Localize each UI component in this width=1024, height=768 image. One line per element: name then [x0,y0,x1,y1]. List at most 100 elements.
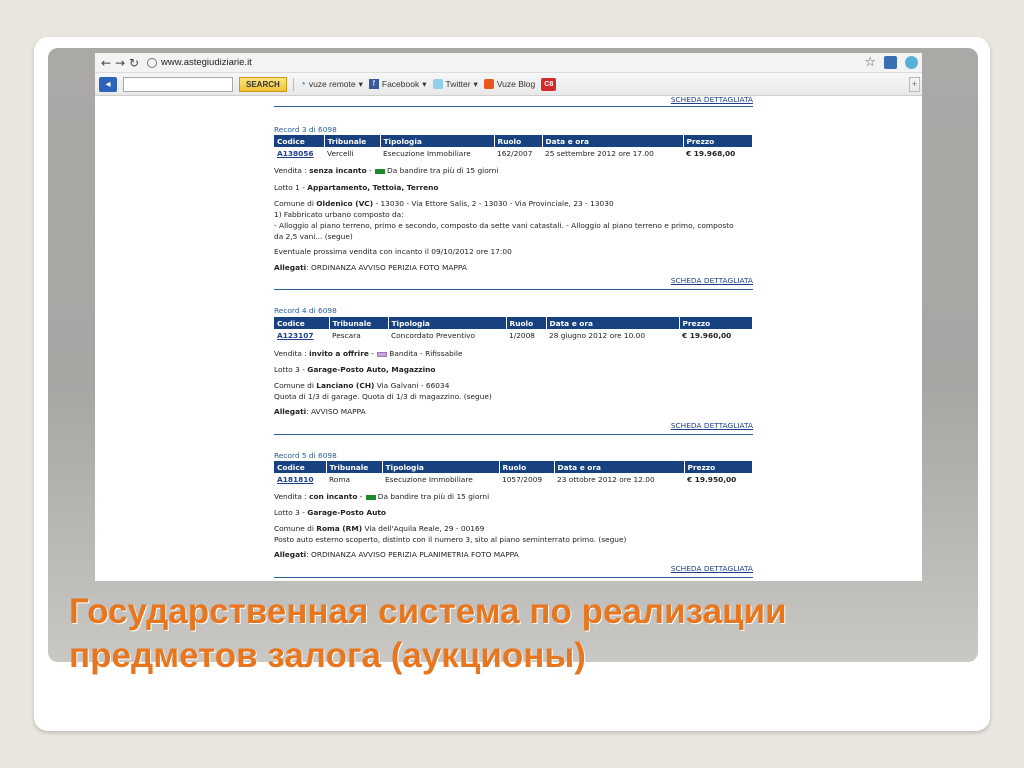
cell-tribunale: Roma [329,474,351,484]
cell-prezzo: € 19.950,00 [687,474,737,484]
vuze-icon[interactable] [905,56,918,69]
vendita-line: Vendita : senza incanto - Da bandire tra… [274,166,499,175]
status-green-icon [375,168,386,174]
col-codice: Codice [274,317,330,329]
address-bar: ← → ↻ www.astegiudiziarie.it ☆ [95,53,922,73]
description-line: Quota di 1/3 di garage. Quota di 1/3 di … [274,392,492,401]
separator-line [274,577,753,578]
bookmark-star-icon[interactable]: ☆ [864,55,876,70]
globe-icon [147,57,157,68]
col-tipologia: Tipologia [388,317,507,329]
col-tipologia: Tipologia [382,461,500,473]
col-codice: Codice [274,461,327,473]
description-line: da 2,5 vani... (segue) [274,232,353,241]
description-line: Posto auto esterno scoperto, distinto co… [274,535,627,544]
description-line: 1) Fabbricato urbano composto da: [274,210,404,219]
facebook-icon: f [368,79,379,89]
col-tribunale: Tribunale [329,317,389,329]
add-tab-icon[interactable]: + [909,76,920,92]
cell-tribunale: Pescara [332,330,361,340]
col-prezzo: Prezzo [679,317,753,329]
table-header-row: Codice Tribunale Tipologia Ruolo Data e … [274,317,753,329]
lotto-line: Lotto 3 - Garage-Posto Auto, Magazzino [274,365,436,374]
col-tribunale: Tribunale [324,135,381,147]
allegati-line: Allegati: AVVISO MAPPA [274,407,366,416]
scheda-dettagliata-link[interactable]: SCHEDA DETTAGLIATA [274,564,753,573]
slide-title: Государственная система по реализации пр… [69,592,787,675]
back-arrow-icon[interactable]: ← [99,56,113,70]
comune-line: Comune di Roma (RM) Via dell'Aquila Real… [274,524,485,533]
lotto-line: Lotto 3 - Garage-Posto Auto [274,508,386,517]
cell-tipologia: Esecuzione Immobiliare [385,474,473,484]
separator-line [274,289,753,290]
comune-line: Comune di Oldenico (VC) - 13030 - Via Et… [274,199,614,208]
separator-line [274,106,753,107]
record-table: Codice Tribunale Tipologia Ruolo Data e … [274,135,753,159]
table-header-row: Codice Tribunale Tipologia Ruolo Data e … [274,461,753,473]
vuze-remote-button[interactable]: ◔ vuze remote ▾ [300,79,363,90]
cell-data: 23 ottobre 2012 ore 12.00 [557,474,655,484]
vendita-line: Vendita : con incanto - Da bandire tra p… [274,492,490,501]
col-data: Data e ora [542,135,684,147]
lotto-line: Lotto 1 - Appartamento, Tettoia, Terreno [274,183,439,192]
cell-data: 25 settembre 2012 ore 17.00 [545,148,654,158]
facebook-button[interactable]: f Facebook ▾ [368,79,427,90]
url-field[interactable]: www.astegiudiziarie.it [161,57,252,68]
allegati-line: Allegati: ORDINANZA AVVISO PERIZIA PLANI… [274,550,519,559]
status-green-icon [365,494,376,500]
cell-ruolo: 1/2008 [509,330,536,340]
record-title: Record 4 di 6098 [274,306,337,315]
record-code-link[interactable]: A138056 [274,147,324,159]
col-ruolo: Ruolo [494,135,543,147]
toolbar-search-input[interactable] [123,76,233,92]
cell-prezzo: € 19.968,00 [686,148,736,158]
browser-toolbar: ◂ SEARCH ◔ vuze remote ▾ f Facebook ▾ Twit… [95,73,922,96]
c8-icon[interactable]: C8 [541,77,557,91]
top-scheda-link[interactable]: SCHEDA DETTAGLIATA [274,95,753,104]
toolbar-logo-icon[interactable]: ◂ [99,76,117,92]
twitter-icon [432,79,443,89]
record-title: Record 3 di 6098 [274,125,337,134]
forward-arrow-icon[interactable]: → [113,56,127,70]
cell-tipologia: Esecuzione Immobiliare [383,148,471,158]
separator-line [274,434,753,435]
record-code-link[interactable]: A123107 [274,329,329,341]
cell-ruolo: 1057/2009 [502,474,543,484]
col-ruolo: Ruolo [506,317,547,329]
cell-prezzo: € 19.960,00 [682,330,732,340]
col-ruolo: Ruolo [499,461,555,473]
scheda-dettagliata-link[interactable]: SCHEDA DETTAGLIATA [274,276,753,285]
rss-icon [483,79,494,89]
record-table: Codice Tribunale Tipologia Ruolo Data e … [274,317,753,341]
twitter-button[interactable]: Twitter ▾ [432,79,478,90]
table-header-row: Codice Tribunale Tipologia Ruolo Data e … [274,135,753,147]
toolbar-divider [292,77,294,91]
record-code-link[interactable]: A181810 [274,473,326,485]
wifi-icon: ◔ [299,78,306,90]
record-table: Codice Tribunale Tipologia Ruolo Data e … [274,461,753,485]
scheda-dettagliata-link[interactable]: SCHEDA DETTAGLIATA [274,421,753,430]
reload-icon[interactable]: ↻ [127,56,141,70]
extra-line: Eventuale prossima vendita con incanto i… [274,247,512,256]
status-lilac-icon [377,351,388,357]
col-tribunale: Tribunale [326,461,383,473]
vendita-line: Vendita : invito a offrire - Bandita - R… [274,349,463,358]
browser-window: ← → ↻ www.astegiudiziarie.it ☆ ◂ SEARCH … [95,53,922,581]
cell-data: 28 giugno 2012 ore 10.00 [549,330,646,340]
col-prezzo: Prezzo [684,461,753,473]
col-prezzo: Prezzo [683,135,753,147]
allegati-line: Allegati: ORDINANZA AVVISO PERIZIA FOTO … [274,263,467,272]
col-tipologia: Tipologia [380,135,495,147]
comune-line: Comune di Lanciano (CH) Via Galvani - 66… [274,381,450,390]
description-line: - Alloggio al piano terreno, primo e sec… [274,221,734,230]
page-content: SCHEDA DETTAGLIATA Record 3 di 6098 Codi… [95,95,922,581]
table-row: A123107 Pescara Concordato Preventivo 1/… [274,329,753,341]
extension-icon[interactable] [884,56,897,69]
col-data: Data e ora [546,317,680,329]
record-title: Record 5 di 6098 [274,451,337,460]
cell-tribunale: Vercelli [327,148,354,158]
vuze-blog-button[interactable]: Vuze Blog [483,79,535,89]
search-button[interactable]: SEARCH [239,76,287,92]
col-data: Data e ora [554,461,685,473]
col-codice: Codice [274,135,325,147]
